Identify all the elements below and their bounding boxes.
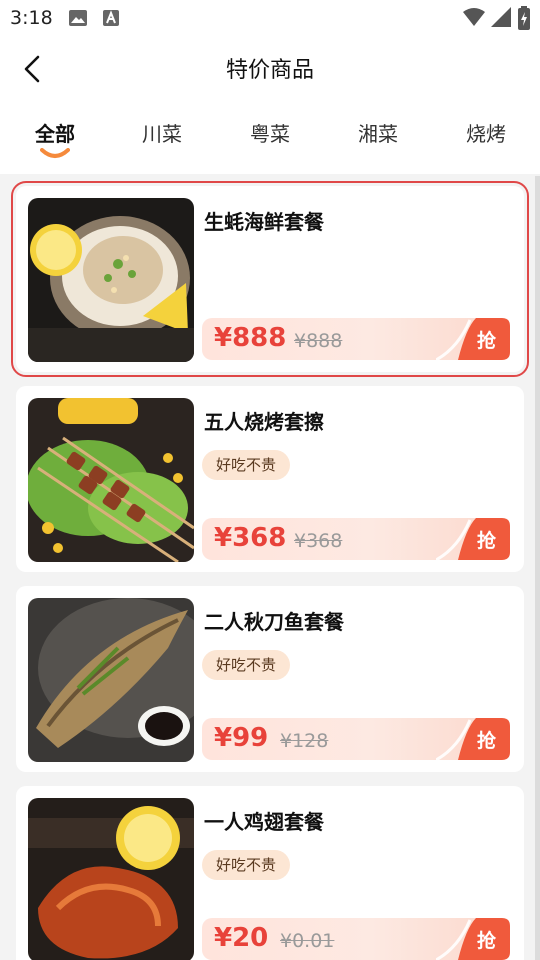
price-value: 20: [232, 923, 269, 953]
battery-icon: [518, 6, 530, 34]
currency-symbol: ¥: [294, 530, 307, 552]
product-card[interactable]: 生蚝海鲜套餐 ¥888 ¥888 抢: [11, 181, 529, 377]
grab-button-shape: [436, 918, 510, 960]
product-name[interactable]: 二人秋刀鱼套餐: [204, 606, 344, 635]
signal-icon: [490, 6, 512, 32]
skewers-image: [28, 398, 194, 562]
original-price: ¥888: [294, 330, 342, 352]
price-value: 368: [232, 523, 287, 553]
top-bar: 特价商品: [0, 36, 540, 102]
product-tag: 好吃不贵: [202, 850, 291, 880]
product-name[interactable]: 一人鸡翅套餐: [204, 806, 324, 835]
scrollbar[interactable]: [535, 176, 540, 960]
grab-button-shape: [436, 518, 510, 560]
currency-symbol: ¥: [280, 730, 293, 752]
product-tag: 好吃不贵: [202, 450, 291, 480]
original-price: ¥128: [280, 730, 328, 752]
status-bar: 3:18: [0, 0, 540, 36]
text-notification-icon: [102, 9, 120, 31]
product-tag: 好吃不贵: [202, 650, 291, 680]
wifi-icon: [462, 7, 486, 31]
currency-symbol: ¥: [214, 523, 233, 553]
product-name[interactable]: 生蚝海鲜套餐: [204, 206, 324, 235]
grab-button[interactable]: 抢: [436, 318, 510, 360]
tab-active-indicator: [40, 148, 70, 158]
grab-button[interactable]: 抢: [436, 718, 510, 760]
currency-symbol: ¥: [214, 923, 233, 953]
original-price-value: 368: [306, 530, 343, 552]
currency-symbol: ¥: [294, 330, 307, 352]
tab-all[interactable]: 全部: [10, 118, 100, 158]
product-card[interactable]: 五人烧烤套擦 好吃不贵 ¥368 ¥368 抢: [16, 386, 524, 572]
product-name[interactable]: 五人烧烤套擦: [204, 406, 324, 435]
tab-label: 粤菜: [250, 122, 290, 146]
product-card[interactable]: 一人鸡翅套餐 好吃不贵 ¥20 ¥0.01 抢: [16, 786, 524, 960]
tab-cantonese[interactable]: 粤菜: [225, 118, 315, 147]
status-time: 3:18: [10, 7, 53, 29]
original-price: ¥0.01: [280, 930, 334, 952]
price-bar: ¥20 ¥0.01 抢: [202, 918, 510, 960]
tab-label: 全部: [35, 122, 75, 146]
oyster-image: [28, 198, 194, 362]
original-price-value: 888: [306, 330, 343, 352]
grab-button-label: 抢: [476, 930, 496, 952]
image-notification-icon: [68, 9, 88, 31]
current-price: ¥368: [214, 523, 286, 553]
original-price: ¥368: [294, 530, 342, 552]
fish-image: [28, 598, 194, 762]
grab-button-label: 抢: [476, 730, 496, 752]
tab-label: 湘菜: [358, 122, 398, 146]
tab-label: 川菜: [142, 122, 182, 146]
grab-button-label: 抢: [476, 530, 496, 552]
tab-bbq[interactable]: 烧烤: [441, 118, 531, 147]
price-value: 99: [232, 723, 269, 753]
tab-label: 烧烤: [466, 122, 506, 146]
original-price-value: 128: [292, 730, 329, 752]
grab-button[interactable]: 抢: [436, 518, 510, 560]
category-tabs: 全部 川菜 粤菜 湘菜 烧烤: [0, 102, 540, 174]
original-price-value: 0.01: [292, 930, 335, 952]
price-bar: ¥99 ¥128 抢: [202, 718, 510, 760]
grab-button-shape: [436, 318, 510, 360]
currency-symbol: ¥: [214, 723, 233, 753]
price-bar: ¥368 ¥368 抢: [202, 518, 510, 560]
grab-button-label: 抢: [476, 330, 496, 352]
tab-sichuan[interactable]: 川菜: [117, 118, 207, 147]
chicken-wing-image: [28, 798, 194, 960]
currency-symbol: ¥: [214, 323, 233, 353]
page-title: 特价商品: [225, 58, 314, 83]
price-value: 888: [232, 323, 287, 353]
currency-symbol: ¥: [280, 930, 293, 952]
grab-button[interactable]: 抢: [436, 918, 510, 960]
tab-hunan[interactable]: 湘菜: [333, 118, 423, 147]
price-bar: ¥888 ¥888 抢: [202, 318, 510, 360]
current-price: ¥20: [214, 923, 268, 953]
current-price: ¥99: [214, 723, 268, 753]
current-price: ¥888: [214, 323, 286, 353]
product-card[interactable]: 二人秋刀鱼套餐 好吃不贵 ¥99 ¥128 抢: [16, 586, 524, 772]
grab-button-shape: [436, 718, 510, 760]
